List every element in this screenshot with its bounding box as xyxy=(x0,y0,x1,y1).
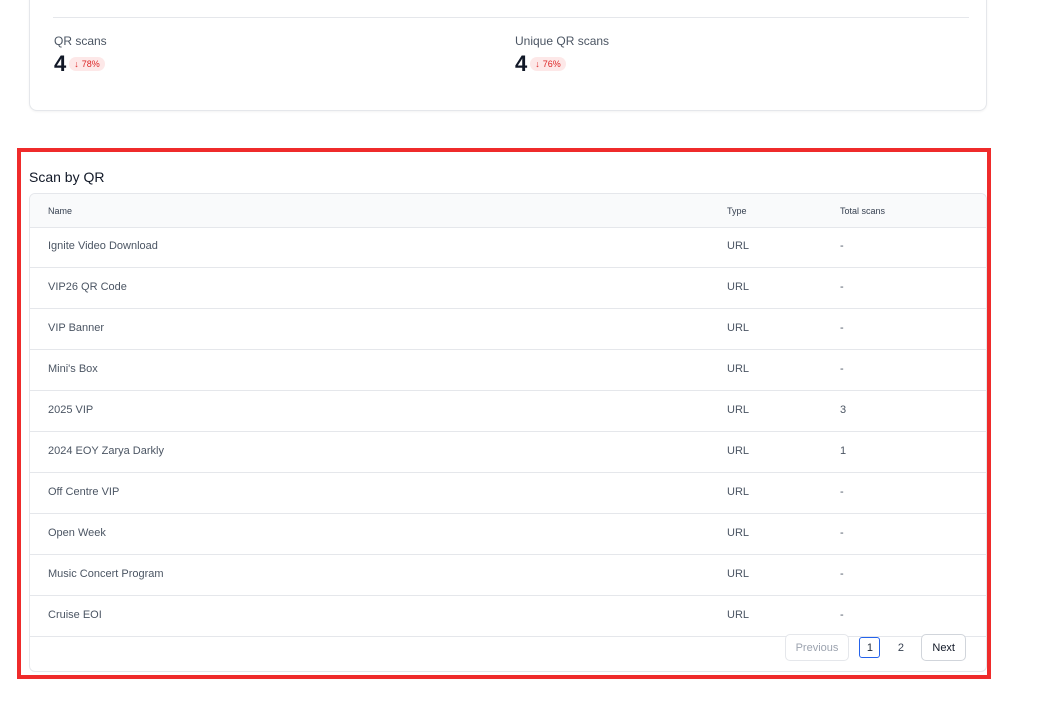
stat-label: QR scans xyxy=(54,34,107,48)
stat-unique-qr-scans: Unique QR scans 4 ↓ 76% xyxy=(515,33,609,76)
arrow-down-icon: ↓ xyxy=(74,59,79,69)
stat-value: 4 xyxy=(54,51,67,76)
change-badge: ↓ 76% xyxy=(530,57,566,71)
stats-card: QR scans 4 ↓ 78% Unique QR scans 4 ↓ 76% xyxy=(29,0,987,111)
page: QR scans 4 ↓ 78% Unique QR scans 4 ↓ 76%… xyxy=(0,0,1058,714)
stat-qr-scans: QR scans 4 ↓ 78% xyxy=(54,33,107,76)
highlight-frame xyxy=(17,148,991,679)
stat-label: Unique QR scans xyxy=(515,34,610,48)
stat-value: 4 xyxy=(515,51,528,76)
change-value: 76% xyxy=(542,59,561,69)
arrow-down-icon: ↓ xyxy=(535,59,540,69)
change-badge: ↓ 78% xyxy=(69,57,105,71)
stats-divider xyxy=(53,17,969,18)
change-value: 78% xyxy=(81,59,100,69)
